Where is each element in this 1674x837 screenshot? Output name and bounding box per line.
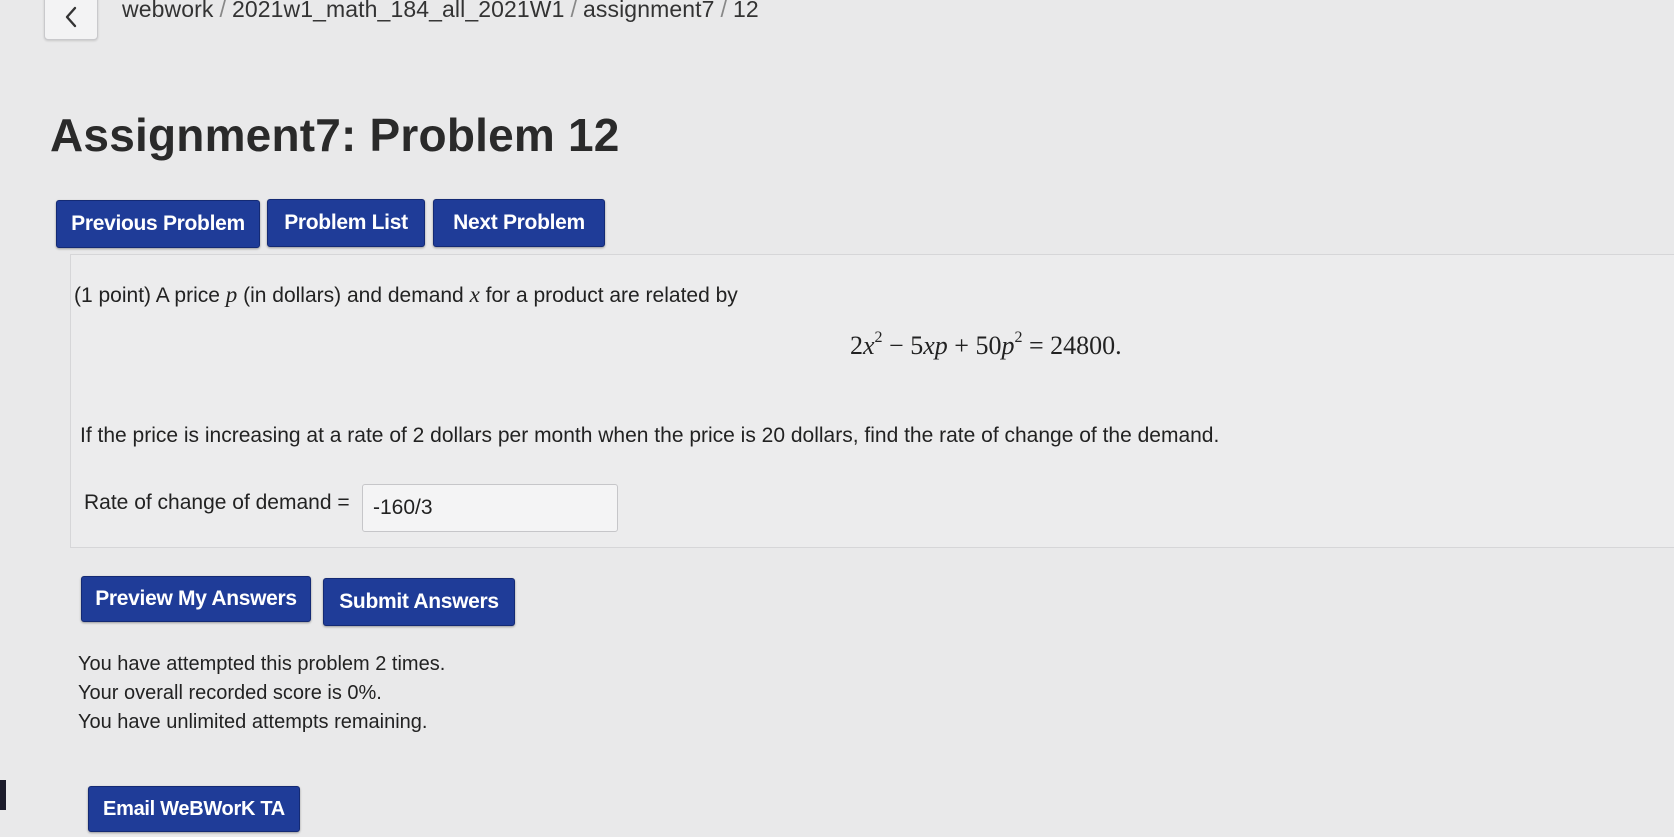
equation-coef-3: 50 — [975, 331, 1002, 360]
breadcrumb-item-assignment[interactable]: assignment7 — [583, 0, 715, 22]
score-text: Your overall recorded score is 0%. — [78, 682, 382, 704]
variable-p: p — [225, 282, 238, 307]
question-text: If the price is increasing at a rate of … — [80, 424, 1220, 447]
equation-coef-2: 5 — [910, 331, 924, 360]
email-ta-button[interactable]: Email WeBWorK TA — [88, 786, 300, 832]
equation-var-3: p — [1001, 331, 1015, 360]
top-bar: webwork/2021w1_math_184_all_2021W1/assig… — [0, 0, 1674, 40]
equation-operator-plus: + — [954, 331, 969, 360]
attempt-status: You have attempted this problem 2 times.… — [78, 650, 445, 737]
variable-x: x — [469, 282, 480, 307]
equation-exp-1: 2 — [874, 329, 883, 347]
back-button[interactable] — [44, 0, 98, 40]
equation-coef-1: 2 — [850, 331, 863, 360]
page-title: Assignment7: Problem 12 — [50, 109, 620, 161]
equation: 2x2 − 5xp + 50p2 = 24800. — [850, 329, 1122, 361]
breadcrumb: webwork/2021w1_math_184_all_2021W1/assig… — [122, 0, 759, 23]
equation-rhs: 24800. — [1050, 331, 1122, 360]
problem-intro-end: for a product are related by — [485, 284, 738, 307]
equation-var-1: x — [863, 331, 875, 360]
breadcrumb-separator: / — [219, 0, 226, 22]
attempts-text: You have attempted this problem 2 times. — [78, 653, 446, 675]
breadcrumb-separator: / — [720, 0, 728, 22]
previous-problem-button[interactable]: Previous Problem — [56, 200, 260, 248]
breadcrumb-item-problem: 12 — [733, 0, 759, 22]
submit-answers-button[interactable]: Submit Answers — [323, 578, 515, 626]
chevron-left-icon — [65, 6, 77, 28]
preview-answers-button[interactable]: Preview My Answers — [81, 576, 311, 622]
equation-equals: = — [1028, 331, 1044, 360]
problem-intro: (1 point) A price p (in dollars) and dem… — [74, 282, 738, 308]
equation-exp-3: 2 — [1014, 329, 1023, 347]
answer-input[interactable] — [362, 484, 618, 532]
problem-intro-middle: (in dollars) and demand — [243, 284, 464, 307]
left-edge-marker — [0, 780, 6, 810]
answer-label: Rate of change of demand = — [84, 491, 350, 514]
problem-list-button[interactable]: Problem List — [267, 199, 425, 247]
equation-var-2: xp — [923, 331, 948, 360]
remaining-text: You have unlimited attempts remaining. — [78, 711, 428, 733]
next-problem-button[interactable]: Next Problem — [433, 199, 605, 247]
breadcrumb-item-webwork[interactable]: webwork — [122, 0, 213, 22]
breadcrumb-item-course[interactable]: 2021w1_math_184_all_2021W1 — [232, 0, 565, 22]
breadcrumb-separator: / — [570, 0, 577, 22]
problem-intro-start: (1 point) A price — [74, 284, 220, 307]
equation-operator-minus: − — [889, 331, 904, 360]
